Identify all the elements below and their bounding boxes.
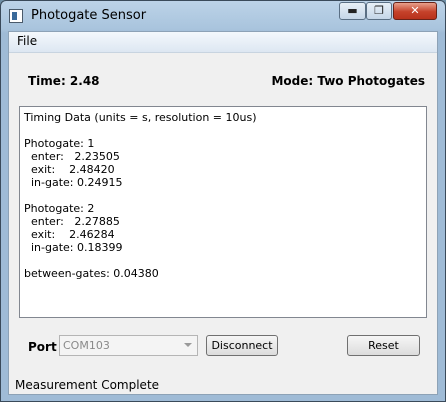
chevron-down-icon: [184, 343, 192, 347]
port-select-value: COM103: [63, 339, 110, 352]
timing-line: in-gate: 0.18399: [24, 241, 123, 254]
close-button[interactable]: ✕: [393, 2, 437, 20]
port-label: Port: [28, 340, 57, 354]
timing-line: enter: 2.23505: [24, 150, 120, 163]
port-select[interactable]: COM103: [59, 335, 198, 356]
timing-line: exit: 2.46284: [24, 228, 115, 241]
menu-file[interactable]: File: [17, 34, 37, 48]
window-title: Photogate Sensor: [31, 8, 147, 23]
maximize-button[interactable]: ❐: [366, 2, 392, 20]
timing-line: exit: 2.48420: [24, 163, 115, 176]
timing-data-textarea[interactable]: Timing Data (units = s, resolution = 10u…: [19, 106, 427, 318]
timing-line: between-gates: 0.04380: [24, 267, 159, 280]
title-bar[interactable]: Photogate Sensor ▬ ❐ ✕: [1, 1, 445, 31]
timing-line: enter: 2.27885: [24, 215, 120, 228]
menu-bar: File: [9, 32, 437, 53]
app-icon: [9, 9, 23, 23]
mode-label: Mode: Two Photogates: [271, 74, 425, 88]
timing-line: Photogate: 2: [24, 202, 95, 215]
status-text: Measurement Complete: [15, 378, 160, 392]
timing-line: in-gate: 0.24915: [24, 176, 123, 189]
minimize-button[interactable]: ▬: [339, 2, 366, 20]
timing-line: Timing Data (units = s, resolution = 10u…: [24, 111, 257, 124]
time-label: Time: 2.48: [28, 74, 100, 88]
reset-button[interactable]: Reset: [347, 335, 420, 356]
client-area: File Time: 2.48 Mode: Two Photogates Tim…: [8, 31, 438, 395]
disconnect-button[interactable]: Disconnect: [206, 335, 278, 356]
app-window: Photogate Sensor ▬ ❐ ✕ File Time: 2.48 M…: [0, 0, 446, 402]
timing-line: Photogate: 1: [24, 137, 95, 150]
